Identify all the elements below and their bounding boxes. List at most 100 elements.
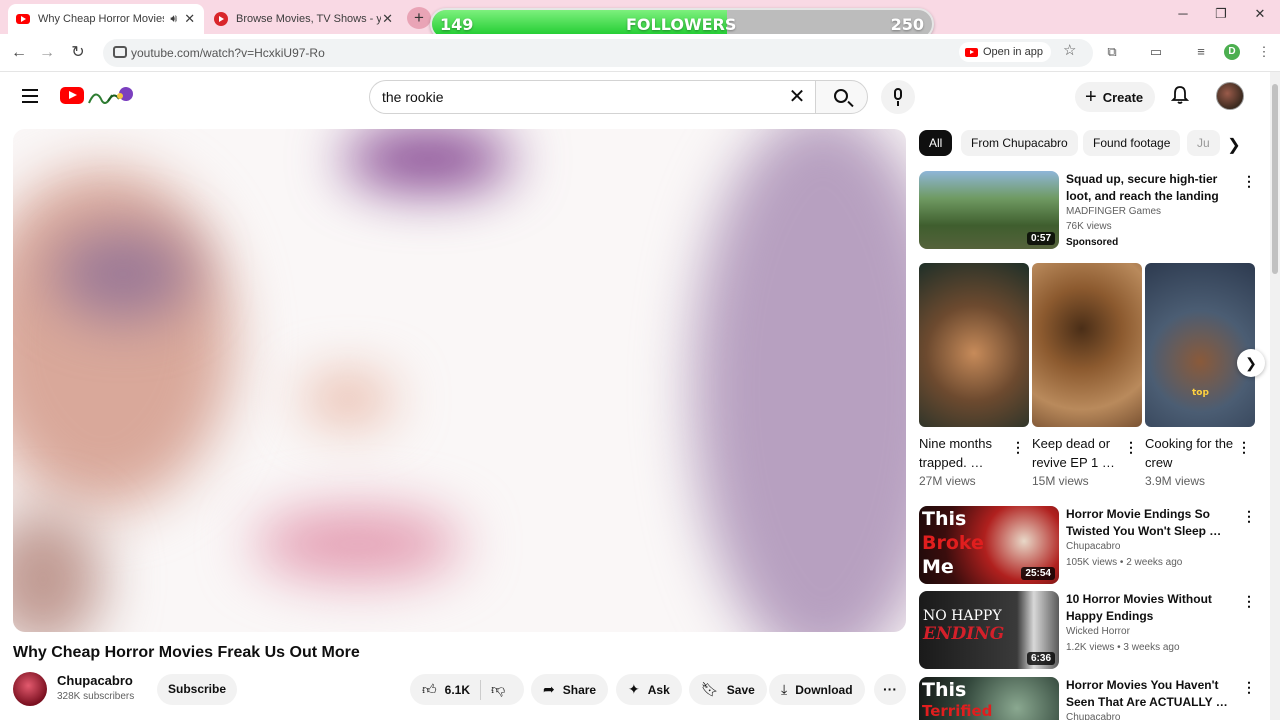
short-thumbnail[interactable] [919,263,1029,427]
cast-icon[interactable]: ▭ [1148,44,1164,60]
back-icon[interactable]: ← [8,42,30,64]
recommendation-title[interactable]: 10 Horror Movies Without Happy Endings [1066,591,1238,625]
more-options-icon[interactable]: ⋮ [1242,679,1256,696]
save-button[interactable]: 🔖︎ Save [689,674,767,705]
like-divider [480,679,481,700]
page-scrollbar[interactable] [1270,72,1280,720]
search-box[interactable]: ✕ [369,80,815,114]
recommendation-title[interactable]: Squad up, secure high-tier loot, and rea… [1066,171,1238,205]
maximize-icon[interactable]: ❐ [1201,6,1241,22]
video-thumbnail[interactable]: 0:57 [919,171,1059,249]
clear-search-icon[interactable]: ✕ [785,86,809,108]
short-views: 3.9M views [1145,474,1206,488]
recommendation-item[interactable]: This Broke Me 25:54 Horror Movie Endings… [919,506,1269,586]
more-options-icon[interactable]: ⋮ [1242,593,1256,610]
chip-from-chupacabro[interactable]: From Chupacabro [961,130,1078,156]
recommendation-title[interactable]: Horror Movie Endings So Twisted You Won'… [1066,506,1238,540]
short-thumb-caption: top [1192,388,1209,398]
tab-inactive[interactable]: Browse Movies, TV Shows - yFli ✕ [206,4,402,34]
thumb-text: Terrified [922,702,993,720]
create-button[interactable]: + Create [1075,82,1156,112]
browser-profile-avatar[interactable]: D [1224,44,1240,60]
shorts-next-chevron-icon[interactable]: ❯ [1237,349,1265,377]
close-tab-icon[interactable]: ✕ [381,11,394,27]
tab-title: Why Cheap Horror Movies F [38,13,165,25]
short-thumbnail[interactable] [1032,263,1142,427]
close-tab-icon[interactable]: ✕ [183,11,196,27]
reload-icon[interactable]: ↻ [67,42,89,64]
recommendation-meta: 1.2K views • 3 weeks ago [1066,642,1180,653]
recommendation-channel[interactable]: Chupacabro [1066,541,1120,552]
subscriber-count: 328K subscribers [57,691,135,702]
ask-button[interactable]: ✦ Ask [616,674,682,705]
forward-icon[interactable]: → [36,42,58,64]
channel-avatar[interactable] [13,672,47,706]
chip-truncated[interactable]: Ju [1187,130,1220,156]
more-options-icon[interactable]: ⋮ [1242,508,1256,525]
search-input[interactable] [382,88,782,106]
video-thumbnail[interactable]: This Terrified [919,677,1059,720]
open-in-app-button[interactable]: Open in app [959,42,1051,62]
recommendation-item[interactable]: NO HAPPY ENDING 6:36 10 Horror Movies Wi… [919,591,1269,671]
thumb-text: This [922,679,967,701]
channel-name[interactable]: Chupacabro [57,673,133,688]
notifications-bell-icon[interactable] [1171,85,1189,105]
sparkle-icon: ✦ [628,681,640,697]
video-thumbnail[interactable]: NO HAPPY ENDING 6:36 [919,591,1059,669]
like-count[interactable]: 6.1K [445,683,470,697]
recommendation-title[interactable]: Horror Movies You Haven't Seen That Are … [1066,677,1238,711]
tab-active[interactable]: Why Cheap Horror Movies F 🔊︎ ✕ [8,4,204,34]
search-button[interactable] [815,80,868,114]
recommendation-channel[interactable]: Chupacabro [1066,712,1120,720]
speaker-icon[interactable]: 🔊︎ [170,13,177,26]
bookmark-star-icon[interactable]: ☆ [1063,41,1076,59]
download-button[interactable]: ⤓ Download [769,674,865,705]
extensions-icon[interactable]: ⧉ [1104,44,1120,60]
share-label: Share [562,682,597,697]
recommendation-item[interactable]: 0:57 Squad up, secure high-tier loot, an… [919,171,1269,251]
voice-search-button[interactable] [881,80,915,114]
chip-found-footage[interactable]: Found footage [1083,130,1181,156]
more-options-icon[interactable]: ⋮ [1011,439,1025,456]
more-actions-button[interactable]: ··· [874,674,906,705]
short-title[interactable]: Nine months trapped. … [919,434,1011,472]
chip-all[interactable]: All [919,130,953,156]
video-frame-region [53,229,193,319]
download-icon: ⤓ [781,681,788,697]
close-window-icon[interactable]: ✕ [1240,6,1280,22]
user-avatar[interactable] [1216,82,1244,110]
minimize-icon[interactable]: ─ [1163,6,1203,21]
thumbs-up-icon[interactable]: 👍︎ [422,681,437,698]
more-options-icon[interactable]: ⋮ [1242,173,1256,190]
recommendation-meta: 105K views • 2 weeks ago [1066,557,1183,568]
browser-menu-icon[interactable]: ⋮ [1256,44,1272,60]
bookmark-icon: 🔖︎ [701,681,719,697]
recommendation-channel[interactable]: MADFINGER Games [1066,206,1161,217]
youtube-doodle-logo[interactable] [86,83,138,109]
recommendation-channel[interactable]: Wicked Horror [1066,626,1130,637]
more-options-icon[interactable]: ⋮ [1237,439,1251,456]
short-title[interactable]: Cooking for the crew [1145,434,1237,472]
media-controls-icon[interactable]: ≡ [1193,44,1209,60]
share-button[interactable]: ➦ Share [531,674,609,705]
video-player[interactable] [13,129,906,632]
youtube-logo-icon[interactable] [60,87,84,104]
recommendation-item[interactable]: This Terrified Horror Movies You Haven't… [919,677,1269,720]
open-in-app-label: Open in app [983,46,1043,58]
scrollbar-thumb[interactable] [1272,84,1278,274]
thumbs-down-icon[interactable]: 👎︎ [491,681,505,698]
thumb-text: NO HAPPY [923,608,1002,624]
more-options-icon[interactable]: ⋮ [1124,439,1138,456]
hamburger-menu-icon[interactable] [22,89,38,103]
short-title[interactable]: Keep dead or revive EP 1 … [1032,434,1124,472]
subscribe-button[interactable]: Subscribe [157,674,237,705]
video-thumbnail[interactable]: This Broke Me 25:54 [919,506,1059,584]
address-bar[interactable]: youtube.com/watch?v=HcxkiU97-Ro [103,39,1093,67]
duration-badge: 6:36 [1026,652,1055,665]
thumb-text: This [922,508,967,530]
new-tab-button[interactable]: + [407,7,431,29]
chevron-right-icon[interactable]: ❯ [1224,135,1244,155]
site-info-icon[interactable] [113,46,127,58]
short-thumbnail[interactable]: top [1145,263,1255,427]
url-text: youtube.com/watch?v=HcxkiU97-Ro [131,46,325,60]
